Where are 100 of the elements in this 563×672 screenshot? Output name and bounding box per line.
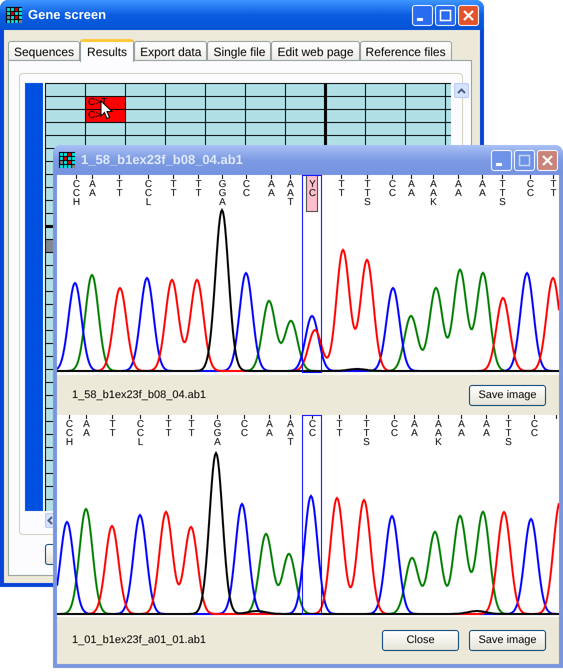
base-letter: T xyxy=(287,198,294,207)
base-letter: G xyxy=(218,180,226,189)
base-letter: S xyxy=(499,198,506,207)
tab[interactable]: Single file xyxy=(207,41,272,61)
base-letter: T xyxy=(338,189,345,198)
base-letter: A xyxy=(287,429,294,438)
button[interactable]: Save image xyxy=(469,384,546,406)
file-name: 1_58_b1ex23f_b08_04.ab1 xyxy=(72,388,206,403)
base-letter: A xyxy=(89,180,96,189)
base-letter: C xyxy=(66,429,74,438)
base-letter: A xyxy=(266,420,273,429)
window-title: Gene screen xyxy=(28,6,106,24)
base-letter: A xyxy=(411,429,418,438)
base-letter: A xyxy=(287,420,294,429)
base-letter: A xyxy=(411,420,418,429)
button[interactable]: Save image xyxy=(469,630,546,651)
base-letter: C xyxy=(308,189,316,198)
base-letter: A xyxy=(408,189,415,198)
base-letter: A xyxy=(435,420,442,429)
base-letter: A xyxy=(214,438,221,447)
maximize-icon xyxy=(518,154,531,166)
base-letter: A xyxy=(455,189,462,198)
base-letter: S xyxy=(505,438,512,447)
base-letter: T xyxy=(505,420,512,429)
base-letter: T xyxy=(363,420,370,429)
base-letter: T xyxy=(363,429,370,438)
base-letter: T xyxy=(505,429,512,438)
base-letter: A xyxy=(430,189,437,198)
button[interactable] xyxy=(45,544,53,565)
base-letter: C xyxy=(530,429,538,438)
base-letter: C xyxy=(526,189,534,198)
base-letter: T xyxy=(287,438,294,447)
base-letter: A xyxy=(455,180,462,189)
window-title: 1_58_b1ex23f_b08_04.ab1 xyxy=(81,151,243,170)
base-letter: T xyxy=(364,180,371,189)
grid-icon xyxy=(59,152,75,168)
base-letter: C xyxy=(242,180,250,189)
tab[interactable]: Edit web page xyxy=(271,41,360,61)
base-letter: C xyxy=(390,420,398,429)
base-letter: T xyxy=(550,180,557,189)
base-letter: T xyxy=(165,429,172,438)
base-letter: A xyxy=(266,429,273,438)
button[interactable]: Close xyxy=(382,630,459,651)
base-letter: G xyxy=(214,429,222,438)
base-letter: A xyxy=(430,180,437,189)
tab[interactable]: Sequences xyxy=(8,41,80,61)
base-letter: S xyxy=(364,198,371,207)
base-letter: C xyxy=(136,420,144,429)
minimize-icon xyxy=(496,163,502,166)
close-icon xyxy=(541,154,554,166)
tab[interactable]: Reference files xyxy=(360,41,452,61)
base-letter: T xyxy=(499,189,506,198)
base-letter: A xyxy=(287,189,294,198)
base-letter: H xyxy=(66,438,74,447)
base-letter: T xyxy=(109,420,116,429)
base-letter: A xyxy=(479,189,486,198)
base-letter: A xyxy=(83,420,90,429)
maximize-button[interactable] xyxy=(435,4,456,26)
scroll-up-button[interactable] xyxy=(454,83,469,98)
close-icon xyxy=(462,8,475,22)
base-letter: G xyxy=(218,189,226,198)
minimize-button[interactable] xyxy=(491,150,512,170)
tab[interactable]: Results xyxy=(80,39,134,62)
base-letter: C xyxy=(388,180,396,189)
base-letter: A xyxy=(89,189,96,198)
base-letter: C xyxy=(136,429,144,438)
close-button[interactable] xyxy=(458,4,479,26)
base-letter: T xyxy=(336,420,343,429)
base-letter: C xyxy=(526,180,534,189)
tab[interactable]: Export data xyxy=(134,41,208,61)
base-letter: H xyxy=(72,198,80,207)
base-letter: K xyxy=(435,438,442,447)
close-button[interactable] xyxy=(537,150,558,170)
base-letter: A xyxy=(83,429,90,438)
maximize-icon xyxy=(439,8,452,22)
base-letter: C xyxy=(308,420,316,429)
base-letter: C xyxy=(72,180,80,189)
caret-up-icon xyxy=(457,88,466,94)
scroll-left-button[interactable] xyxy=(45,513,53,528)
base-letter: C xyxy=(530,420,538,429)
minimize-button[interactable] xyxy=(412,4,433,26)
base-letter: C xyxy=(390,429,398,438)
base-letter: T xyxy=(338,180,345,189)
base-letter: L xyxy=(146,198,152,207)
base-letter: A xyxy=(483,429,490,438)
base-letter: C xyxy=(72,189,80,198)
base-letter: G xyxy=(214,420,222,429)
base-letter: A xyxy=(483,420,490,429)
base-letter: T xyxy=(165,420,172,429)
base-letter: C xyxy=(242,189,250,198)
base-letter: A xyxy=(458,420,465,429)
base-letter: C xyxy=(308,429,316,438)
base-letter: T xyxy=(195,189,202,198)
base-letter: C xyxy=(144,189,152,198)
base-letter: L xyxy=(138,438,144,447)
base-letter: A xyxy=(287,180,294,189)
base-letter: C xyxy=(388,189,396,198)
maximize-button[interactable] xyxy=(514,150,535,170)
caret-left-icon xyxy=(47,516,53,525)
base-letter: C xyxy=(240,429,248,438)
